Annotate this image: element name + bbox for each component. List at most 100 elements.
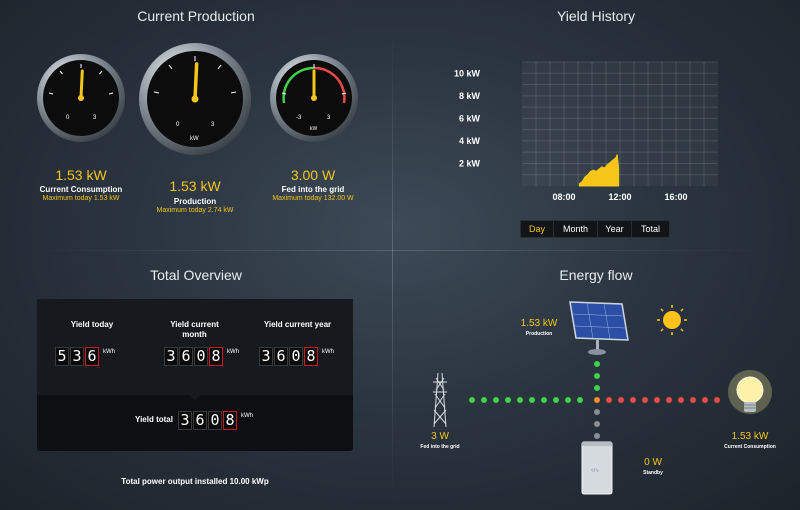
flow-dot-grid bbox=[481, 397, 487, 403]
ef-grid-label: Fed into the grid bbox=[420, 444, 460, 450]
flow-dot-standby bbox=[594, 421, 600, 427]
sun-icon bbox=[657, 305, 687, 335]
solar-panel-icon bbox=[569, 301, 629, 355]
panel-divider-horizontal bbox=[20, 250, 780, 251]
consumption-gauge: 0 3 bbox=[37, 54, 125, 142]
yield-history-chart: 10 kW 8 kW 6 kW 4 kW 2 kW 08:00 12:00 16:00 bbox=[454, 61, 718, 202]
flow-dot-standby bbox=[594, 409, 600, 415]
yield-history-title: Yield History bbox=[556, 8, 636, 24]
counter-digit: 0 bbox=[194, 347, 208, 366]
tab-year[interactable]: Year bbox=[597, 220, 632, 238]
light-bulb-icon bbox=[728, 370, 772, 414]
ef-consumption-value: 1.53 kW bbox=[731, 431, 769, 442]
flow-dot-production bbox=[594, 373, 600, 379]
ef-grid-value: 3 W bbox=[431, 431, 449, 442]
flow-dot-consumption bbox=[714, 397, 720, 403]
counter-digit-decimal: 8 bbox=[223, 411, 237, 430]
counter-digit: 6 bbox=[179, 347, 193, 366]
y-tick-label: 4 kW bbox=[459, 136, 481, 146]
consumption-value: 1.53 kW bbox=[55, 167, 107, 183]
tab-total[interactable]: Total bbox=[631, 220, 670, 238]
energy-flow-title: Energy flow bbox=[559, 267, 633, 283]
flow-dot-production bbox=[594, 361, 600, 367]
inverter-icon: ≈/∿ bbox=[581, 441, 613, 495]
grid-feed-value: 3.00 W bbox=[290, 167, 336, 183]
counter-digit: 3 bbox=[70, 347, 84, 366]
flow-dot-grid bbox=[553, 397, 559, 403]
y-tick-label: 8 kW bbox=[459, 91, 481, 101]
current-production-title: Current Production bbox=[137, 8, 255, 24]
production-gauge: 0 3 kW bbox=[139, 43, 251, 155]
counter-digit: 3 bbox=[164, 347, 178, 366]
flow-dot-standby bbox=[594, 433, 600, 439]
production-value: 1.53 kW bbox=[169, 178, 221, 194]
gauge-unit: kW bbox=[190, 136, 199, 142]
counter-digit-decimal: 8 bbox=[209, 347, 223, 366]
counter-digit-decimal: 6 bbox=[85, 347, 99, 366]
flow-dot-consumption bbox=[630, 397, 636, 403]
x-tick-label: 08:00 bbox=[552, 192, 575, 202]
flow-dot-consumption bbox=[642, 397, 648, 403]
flow-dot-consumption bbox=[654, 397, 660, 403]
flow-dot-grid bbox=[517, 397, 523, 403]
flow-dot-consumption bbox=[618, 397, 624, 403]
svg-text:≈/∿: ≈/∿ bbox=[591, 468, 599, 474]
grid-feed-gauge: -3 3 kW bbox=[270, 54, 358, 142]
y-tick-label: 6 kW bbox=[459, 113, 481, 123]
counter-unit: kWh bbox=[322, 349, 334, 355]
y-tick-label: 10 kW bbox=[454, 68, 481, 78]
consumption-max: Maximum today 1.53 kW bbox=[42, 195, 120, 202]
counter-unit: kWh bbox=[227, 349, 239, 355]
y-tick-label: 2 kW bbox=[459, 158, 481, 168]
yield-year-counter: 3 6 0 8 kWh bbox=[259, 347, 334, 366]
yield-total-label: Yield total bbox=[135, 415, 173, 424]
tab-day[interactable]: Day bbox=[520, 220, 554, 238]
flow-dot-grid bbox=[469, 397, 475, 403]
yield-today-label: Yield today bbox=[70, 320, 114, 329]
counter-digit: 0 bbox=[208, 411, 222, 430]
flow-dot-grid bbox=[505, 397, 511, 403]
x-tick-label: 12:00 bbox=[608, 192, 631, 202]
counter-digit: 3 bbox=[178, 411, 192, 430]
counter-digit: 6 bbox=[193, 411, 207, 430]
pointer-notch bbox=[187, 393, 203, 400]
flow-dot-consumption bbox=[678, 397, 684, 403]
flow-dot-grid bbox=[529, 397, 535, 403]
flow-dot-consumption bbox=[606, 397, 612, 403]
counter-digit-decimal: 8 bbox=[304, 347, 318, 366]
ef-standby-label: Standby bbox=[643, 470, 663, 476]
flow-dot-consumption bbox=[690, 397, 696, 403]
flow-dot-grid bbox=[577, 397, 583, 403]
gauge-tick-min: -3 bbox=[296, 115, 302, 121]
gauge-needle bbox=[79, 69, 84, 100]
tab-month[interactable]: Month bbox=[553, 220, 598, 238]
flow-dots bbox=[469, 361, 720, 439]
ef-consumption-label: Current Consumption bbox=[724, 444, 776, 450]
yield-month-label: Yield current month bbox=[170, 320, 219, 339]
counter-digit: 5 bbox=[55, 347, 69, 366]
flow-dot-production bbox=[594, 385, 600, 391]
production-max: Maximum today 2.74 kW bbox=[156, 207, 234, 214]
yield-today-counter: 5 3 6 kWh bbox=[55, 347, 115, 366]
flow-dot-consumption bbox=[666, 397, 672, 403]
ef-production-value: 1.53 kW bbox=[520, 318, 558, 329]
yield-month-counter: 3 6 0 8 kWh bbox=[164, 347, 239, 366]
overview-box: Yield today 5 3 6 kWh Yield current mont… bbox=[37, 299, 353, 451]
gauge-needle bbox=[193, 62, 199, 101]
flow-dot-grid bbox=[541, 397, 547, 403]
grid-feed-max: Maximum today 132.00 W bbox=[272, 195, 354, 202]
yield-total-counter: 3 6 0 8 kWh bbox=[178, 411, 253, 430]
flow-dot-consumption bbox=[702, 397, 708, 403]
counter-digit: 3 bbox=[259, 347, 273, 366]
energy-flow-diagram: ≈/∿ bbox=[433, 301, 772, 495]
gauge-unit: kW bbox=[310, 126, 318, 132]
panel-divider-vertical bbox=[392, 30, 393, 500]
flow-dot-grid bbox=[493, 397, 499, 403]
counter-unit: kWh bbox=[241, 413, 253, 419]
flow-dot-grid bbox=[565, 397, 571, 403]
ef-standby-value: 0 W bbox=[644, 457, 662, 468]
yield-year-label: Yield current year bbox=[263, 320, 332, 329]
counter-digit: 0 bbox=[289, 347, 303, 366]
counter-unit: kWh bbox=[103, 349, 115, 355]
power-tower-icon bbox=[433, 372, 447, 428]
